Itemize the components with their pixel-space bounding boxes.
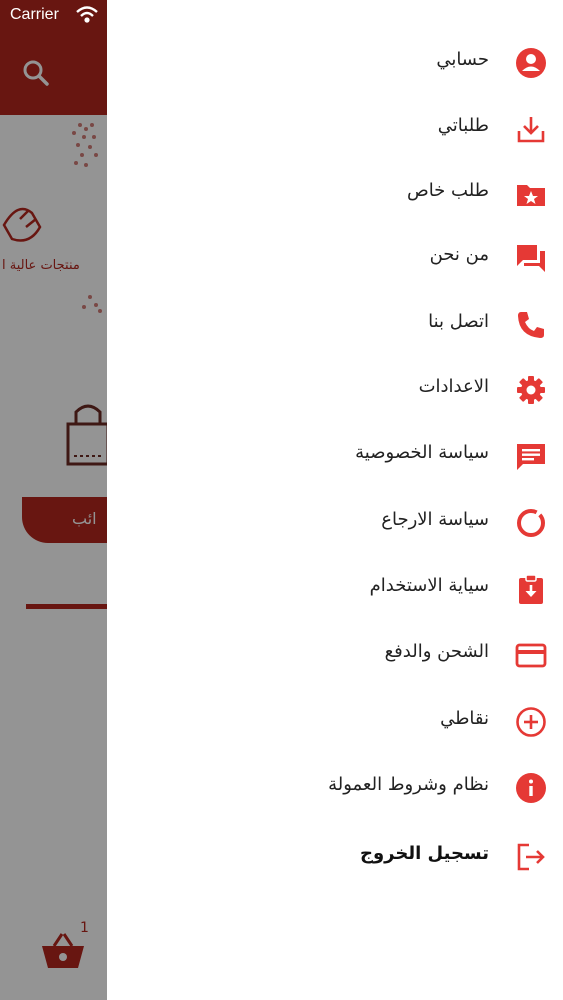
menu-item-commission-terms[interactable]: نظام وشروط العمولة: [107, 760, 563, 816]
credit-card-icon: [515, 639, 547, 671]
folder-star-icon: [515, 178, 547, 210]
carrier-label: Carrier: [10, 6, 59, 23]
download-tray-icon: [515, 113, 547, 145]
navigation-drawer: حسابي طلباتي طلب خاص من نحن اتصل بنا الا…: [107, 0, 563, 1000]
menu-item-label: تسجيل الخروج: [360, 843, 489, 864]
menu-item-label: اتصل بنا: [428, 311, 489, 332]
phone-icon: [515, 309, 547, 341]
menu-item-label: نقاطي: [440, 708, 489, 729]
menu-item-label: سياسة الخصوصية: [355, 442, 489, 463]
menu-item-settings[interactable]: الاعدادات: [107, 362, 563, 418]
account-circle-icon: [515, 47, 547, 79]
menu-item-return-policy[interactable]: سياسة الارجاع: [107, 495, 563, 551]
menu-item-special-order[interactable]: طلب خاص: [107, 166, 563, 222]
menu-item-about-us[interactable]: من نحن: [107, 230, 563, 286]
logout-icon: [515, 841, 547, 873]
menu-item-label: نظام وشروط العمولة: [328, 774, 489, 795]
menu-item-account[interactable]: حسابي: [107, 35, 563, 91]
menu-item-label: الشحن والدفع: [384, 641, 489, 662]
menu-item-label: طلباتي: [437, 115, 489, 136]
plus-circle-icon: [515, 706, 547, 738]
menu-item-orders[interactable]: طلباتي: [107, 101, 563, 157]
menu-item-shipping-payment[interactable]: الشحن والدفع: [107, 627, 563, 683]
menu-item-terms-of-use[interactable]: سياية الاستخدام: [107, 561, 563, 617]
clipboard-download-icon: [515, 573, 547, 605]
menu-item-privacy-policy[interactable]: سياسة الخصوصية: [107, 428, 563, 484]
wifi-icon: [76, 6, 98, 24]
donut-icon: [515, 507, 547, 539]
message-lines-icon: [515, 440, 547, 472]
info-icon: [515, 772, 547, 804]
menu-item-label: من نحن: [429, 244, 489, 265]
menu-item-contact-us[interactable]: اتصل بنا: [107, 297, 563, 353]
menu-item-label: الاعدادات: [418, 376, 489, 397]
menu-item-label: حسابي: [436, 49, 489, 70]
menu-item-label: سياية الاستخدام: [369, 575, 489, 596]
logout-button[interactable]: تسجيل الخروج: [107, 829, 563, 885]
status-bar: Carrier: [0, 0, 120, 32]
menu-item-label: طلب خاص: [406, 180, 489, 201]
gear-icon: [515, 374, 547, 406]
menu-item-my-points[interactable]: نقاطي: [107, 694, 563, 750]
menu-item-label: سياسة الارجاع: [381, 509, 489, 530]
chat-bubbles-icon: [515, 242, 547, 274]
